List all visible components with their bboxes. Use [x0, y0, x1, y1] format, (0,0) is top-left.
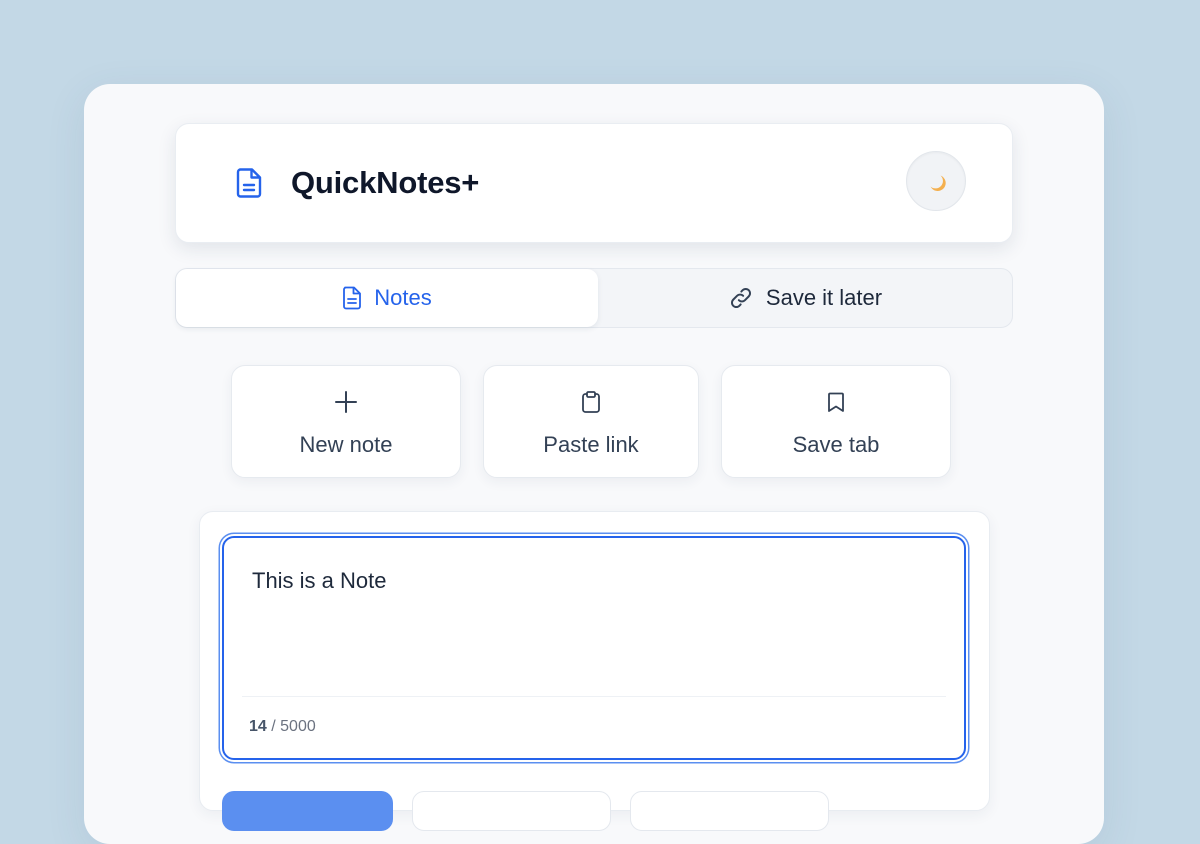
plus-icon [335, 391, 357, 413]
character-limit: / 5000 [271, 718, 316, 735]
tab-save-it-later-label: Save it later [765, 285, 883, 310]
app-title: QuickNotes+ [291, 165, 480, 200]
clipboard-icon [582, 391, 600, 413]
bookmark-icon [828, 392, 844, 412]
tab-notes[interactable]: Notes [176, 269, 598, 327]
moon-icon [930, 175, 946, 191]
editor-divider [242, 696, 946, 697]
tertiary-action-button[interactable] [630, 791, 829, 831]
note-editor-card: This is a Note 14 / 5000 [199, 511, 990, 811]
document-icon [236, 168, 262, 198]
paste-link-label: Paste link [543, 432, 639, 457]
document-icon [343, 286, 362, 310]
primary-action-button[interactable] [222, 791, 393, 831]
link-icon [730, 288, 751, 308]
note-text: This is a Note [252, 568, 387, 593]
paste-link-button[interactable]: Paste link [483, 365, 699, 478]
tab-bar: Notes Save it later [175, 268, 1013, 328]
save-tab-button[interactable]: Save tab [721, 365, 951, 478]
character-counter: 14 / 5000 [249, 718, 316, 736]
save-tab-label: Save tab [792, 432, 880, 457]
tab-notes-label: Notes [374, 285, 432, 310]
theme-toggle-button[interactable] [906, 151, 966, 211]
new-note-button[interactable]: New note [231, 365, 461, 478]
character-count: 14 [249, 718, 267, 735]
secondary-action-button[interactable] [412, 791, 611, 831]
note-textarea[interactable]: This is a Note 14 / 5000 [222, 536, 966, 760]
app-header: QuickNotes+ [175, 123, 1013, 243]
tab-save-it-later[interactable]: Save it later [598, 269, 1012, 327]
new-note-label: New note [299, 432, 393, 457]
